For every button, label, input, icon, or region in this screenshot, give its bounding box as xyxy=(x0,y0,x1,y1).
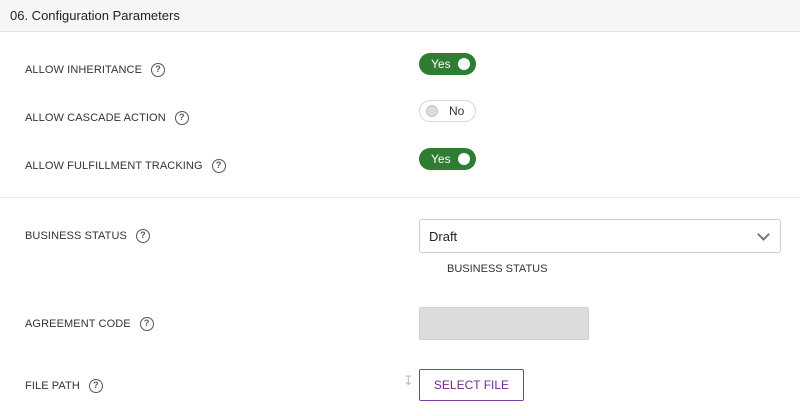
help-icon[interactable]: ? xyxy=(135,229,150,243)
help-icon[interactable]: ? xyxy=(151,63,166,77)
allow-cascade-action-toggle-text: No xyxy=(449,104,465,118)
toggle-knob xyxy=(458,58,470,70)
business-status-label-row: BUSINESS STATUS ? xyxy=(25,228,150,244)
toggle-knob xyxy=(426,105,438,117)
help-icon[interactable]: ? xyxy=(174,111,189,125)
business-status-select[interactable]: Draft xyxy=(419,219,781,253)
help-icon[interactable]: ? xyxy=(139,317,154,331)
chevron-down-icon xyxy=(757,228,770,241)
allow-fulfillment-tracking-toggle-text: Yes xyxy=(431,152,451,166)
section-header: 06. Configuration Parameters xyxy=(0,0,800,32)
file-path-label-row: FILE PATH ? xyxy=(25,378,103,394)
allow-inheritance-toggle[interactable]: Yes xyxy=(419,53,476,75)
allow-fulfillment-tracking-toggle[interactable]: Yes xyxy=(419,148,476,170)
business-status-helper-text: BUSINESS STATUS xyxy=(447,263,548,275)
toggle-knob xyxy=(458,153,470,165)
allow-cascade-action-label-row: ALLOW CASCADE ACTION ? xyxy=(25,110,189,126)
allow-inheritance-label-row: ALLOW INHERITANCE ? xyxy=(25,62,166,78)
file-path-label: FILE PATH xyxy=(25,380,80,392)
help-icon[interactable]: ? xyxy=(211,159,226,173)
section-title: 06. Configuration Parameters xyxy=(10,8,180,23)
allow-inheritance-label: ALLOW INHERITANCE xyxy=(25,64,143,76)
select-file-button[interactable]: SELECT FILE xyxy=(419,369,524,401)
business-status-value: Draft xyxy=(429,229,458,244)
help-icon[interactable]: ? xyxy=(88,379,103,393)
business-status-label: BUSINESS STATUS xyxy=(25,230,127,242)
allow-cascade-action-toggle[interactable]: No xyxy=(419,100,476,122)
allow-fulfillment-tracking-label-row: ALLOW FULFILLMENT TRACKING ? xyxy=(25,158,226,174)
agreement-code-label-row: AGREEMENT CODE ? xyxy=(25,316,154,332)
agreement-code-label: AGREEMENT CODE xyxy=(25,318,131,330)
allow-inheritance-toggle-text: Yes xyxy=(431,57,451,71)
agreement-code-input[interactable] xyxy=(419,307,589,340)
section-divider xyxy=(0,197,800,198)
sort-arrow-icon: ↧ xyxy=(403,373,414,388)
allow-cascade-action-label: ALLOW CASCADE ACTION xyxy=(25,112,166,124)
allow-fulfillment-tracking-label: ALLOW FULFILLMENT TRACKING xyxy=(25,160,203,172)
